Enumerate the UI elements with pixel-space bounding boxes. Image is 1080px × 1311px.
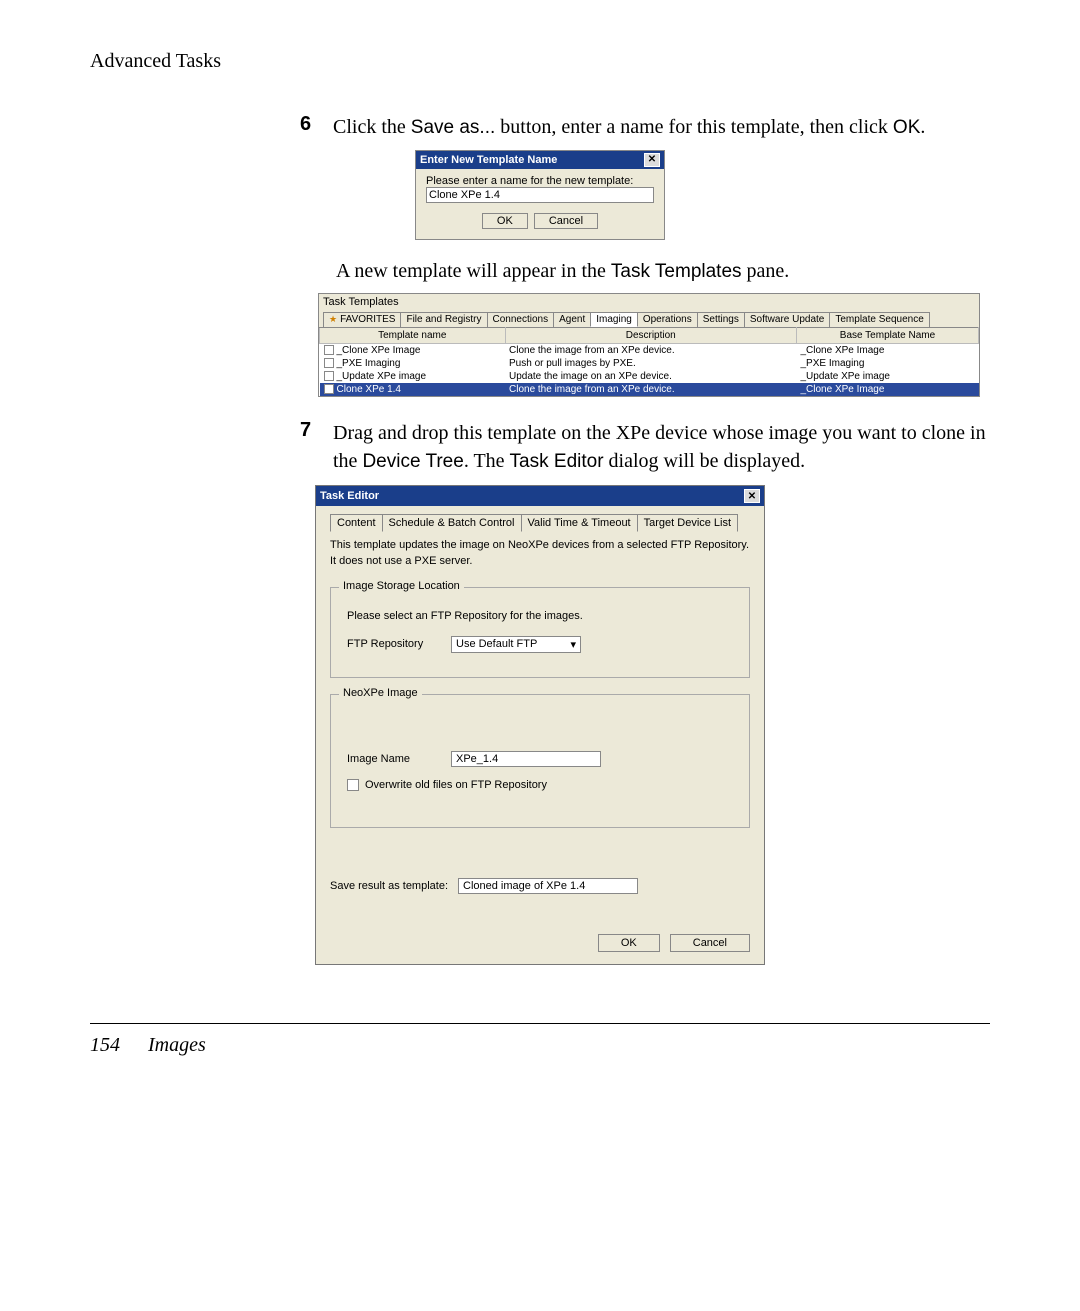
ok-button[interactable]: OK bbox=[482, 213, 528, 229]
table-row[interactable]: Clone XPe 1.4 Clone the image from an XP… bbox=[320, 383, 979, 396]
paragraph-new-template: A new template will appear in the Task T… bbox=[336, 260, 990, 283]
step-6: 6 Click the Save as... button, enter a n… bbox=[300, 113, 990, 142]
file-icon bbox=[324, 384, 334, 394]
step6-text-c: . bbox=[920, 116, 925, 138]
ftp-value: Use Default FTP bbox=[456, 638, 537, 650]
step7-b: . The bbox=[464, 450, 510, 472]
step-text: Click the Save as... button, enter a nam… bbox=[333, 113, 925, 142]
para1-b: pane. bbox=[742, 260, 790, 282]
row-base: _PXE Imaging bbox=[796, 357, 978, 370]
save-result-label: Save result as template: bbox=[330, 880, 448, 892]
ftp-repository-label: FTP Repository bbox=[347, 638, 437, 650]
task-templates-tabs: ★FAVORITES File and Registry Connections… bbox=[319, 310, 979, 327]
tab-valid-time[interactable]: Valid Time & Timeout bbox=[521, 514, 638, 532]
cancel-button[interactable]: Cancel bbox=[534, 213, 598, 229]
para1-a: A new template will appear in the bbox=[336, 260, 611, 282]
enter-template-name-dialog: Enter New Template Name ✕ Please enter a… bbox=[415, 150, 665, 240]
step-text: Drag and drop this template on the XPe d… bbox=[333, 419, 990, 476]
dialog-title: Task Editor bbox=[320, 490, 379, 502]
tab-agent[interactable]: Agent bbox=[553, 312, 591, 327]
ftp-repository-select[interactable]: Use Default FTP ▾ bbox=[451, 636, 581, 653]
dialog-titlebar: Enter New Template Name ✕ bbox=[416, 151, 664, 169]
tab-settings[interactable]: Settings bbox=[697, 312, 745, 327]
row-desc: Clone the image from an XPe device. bbox=[505, 383, 796, 396]
tab-target-device[interactable]: Target Device List bbox=[637, 514, 738, 532]
table-row[interactable]: _Update XPe image Update the image on an… bbox=[320, 370, 979, 383]
row-desc: Update the image on an XPe device. bbox=[505, 370, 796, 383]
task-editor-code: Task Editor bbox=[510, 451, 604, 472]
page-footer: 154 Images bbox=[90, 1034, 1080, 1057]
footer-section: Images bbox=[148, 1034, 206, 1057]
row-name: _Clone XPe Image bbox=[337, 345, 421, 356]
tab-favorites[interactable]: ★FAVORITES bbox=[323, 312, 401, 327]
dialog-titlebar: Task Editor ✕ bbox=[316, 486, 764, 506]
tab-imaging[interactable]: Imaging bbox=[590, 312, 638, 327]
tab-file-registry[interactable]: File and Registry bbox=[400, 312, 487, 327]
footer-divider bbox=[90, 1023, 990, 1024]
task-editor-tabs: Content Schedule & Batch Control Valid T… bbox=[330, 514, 750, 532]
storage-prompt: Please select an FTP Repository for the … bbox=[347, 610, 733, 622]
row-base: _Clone XPe Image bbox=[796, 383, 978, 396]
col-base-template[interactable]: Base Template Name bbox=[796, 327, 978, 343]
dialog-prompt: Please enter a name for the new template… bbox=[426, 175, 654, 187]
star-icon: ★ bbox=[329, 314, 337, 325]
ok-text: OK bbox=[893, 117, 920, 138]
task-editor-description: This template updates the image on NeoXP… bbox=[330, 538, 750, 569]
task-templates-table: Template name Description Base Template … bbox=[319, 327, 979, 396]
task-templates-panel: Task Templates ★FAVORITES File and Regis… bbox=[318, 293, 980, 397]
file-icon bbox=[324, 371, 334, 381]
row-base: _Clone XPe Image bbox=[796, 343, 978, 357]
tab-content[interactable]: Content bbox=[330, 514, 383, 532]
close-icon[interactable]: ✕ bbox=[744, 489, 760, 503]
row-name: Clone XPe 1.4 bbox=[337, 384, 402, 395]
step6-text-a: Click the bbox=[333, 116, 411, 138]
page-header: Advanced Tasks bbox=[90, 50, 990, 73]
save-as-text: Save as... bbox=[411, 117, 496, 138]
tab-operations[interactable]: Operations bbox=[637, 312, 698, 327]
task-editor-dialog: Task Editor ✕ Content Schedule & Batch C… bbox=[315, 485, 765, 965]
task-templates-code: Task Templates bbox=[611, 261, 742, 282]
tab-software-update[interactable]: Software Update bbox=[744, 312, 831, 327]
tab-favorites-label: FAVORITES bbox=[340, 314, 395, 325]
neoxpe-image-fieldset: NeoXPe Image Image Name Overwrite old fi… bbox=[330, 694, 750, 828]
step6-text-b: button, enter a name for this template, … bbox=[495, 116, 893, 138]
device-tree-code: Device Tree bbox=[362, 451, 463, 472]
page-number: 154 bbox=[90, 1034, 120, 1057]
step-number: 6 bbox=[300, 113, 315, 142]
close-icon[interactable]: ✕ bbox=[644, 153, 660, 167]
overwrite-checkbox[interactable] bbox=[347, 779, 359, 791]
template-name-input[interactable] bbox=[426, 187, 654, 203]
col-description[interactable]: Description bbox=[505, 327, 796, 343]
save-result-input[interactable] bbox=[458, 878, 638, 894]
row-name: _PXE Imaging bbox=[337, 358, 401, 369]
image-storage-legend: Image Storage Location bbox=[339, 580, 464, 592]
overwrite-label: Overwrite old files on FTP Repository bbox=[365, 779, 547, 791]
file-icon bbox=[324, 345, 334, 355]
row-name: _Update XPe image bbox=[337, 371, 427, 382]
task-templates-title: Task Templates bbox=[319, 294, 979, 310]
file-icon bbox=[324, 358, 334, 368]
ok-button[interactable]: OK bbox=[598, 934, 660, 952]
cancel-button[interactable]: Cancel bbox=[670, 934, 750, 952]
step-number: 7 bbox=[300, 419, 315, 476]
neoxpe-image-legend: NeoXPe Image bbox=[339, 687, 422, 699]
row-desc: Clone the image from an XPe device. bbox=[505, 343, 796, 357]
tab-connections[interactable]: Connections bbox=[487, 312, 555, 327]
image-storage-fieldset: Image Storage Location Please select an … bbox=[330, 587, 750, 678]
image-name-input[interactable] bbox=[451, 751, 601, 767]
chevron-down-icon: ▾ bbox=[570, 638, 576, 651]
image-name-label: Image Name bbox=[347, 753, 437, 765]
table-row[interactable]: _Clone XPe Image Clone the image from an… bbox=[320, 343, 979, 357]
tab-schedule[interactable]: Schedule & Batch Control bbox=[382, 514, 522, 532]
step-7: 7 Drag and drop this template on the XPe… bbox=[300, 419, 990, 476]
row-desc: Push or pull images by PXE. bbox=[505, 357, 796, 370]
tab-template-sequence[interactable]: Template Sequence bbox=[829, 312, 929, 327]
dialog-title: Enter New Template Name bbox=[420, 154, 557, 166]
row-base: _Update XPe image bbox=[796, 370, 978, 383]
table-row[interactable]: _PXE Imaging Push or pull images by PXE.… bbox=[320, 357, 979, 370]
step7-c: dialog will be displayed. bbox=[604, 450, 806, 472]
col-template-name[interactable]: Template name bbox=[320, 327, 506, 343]
